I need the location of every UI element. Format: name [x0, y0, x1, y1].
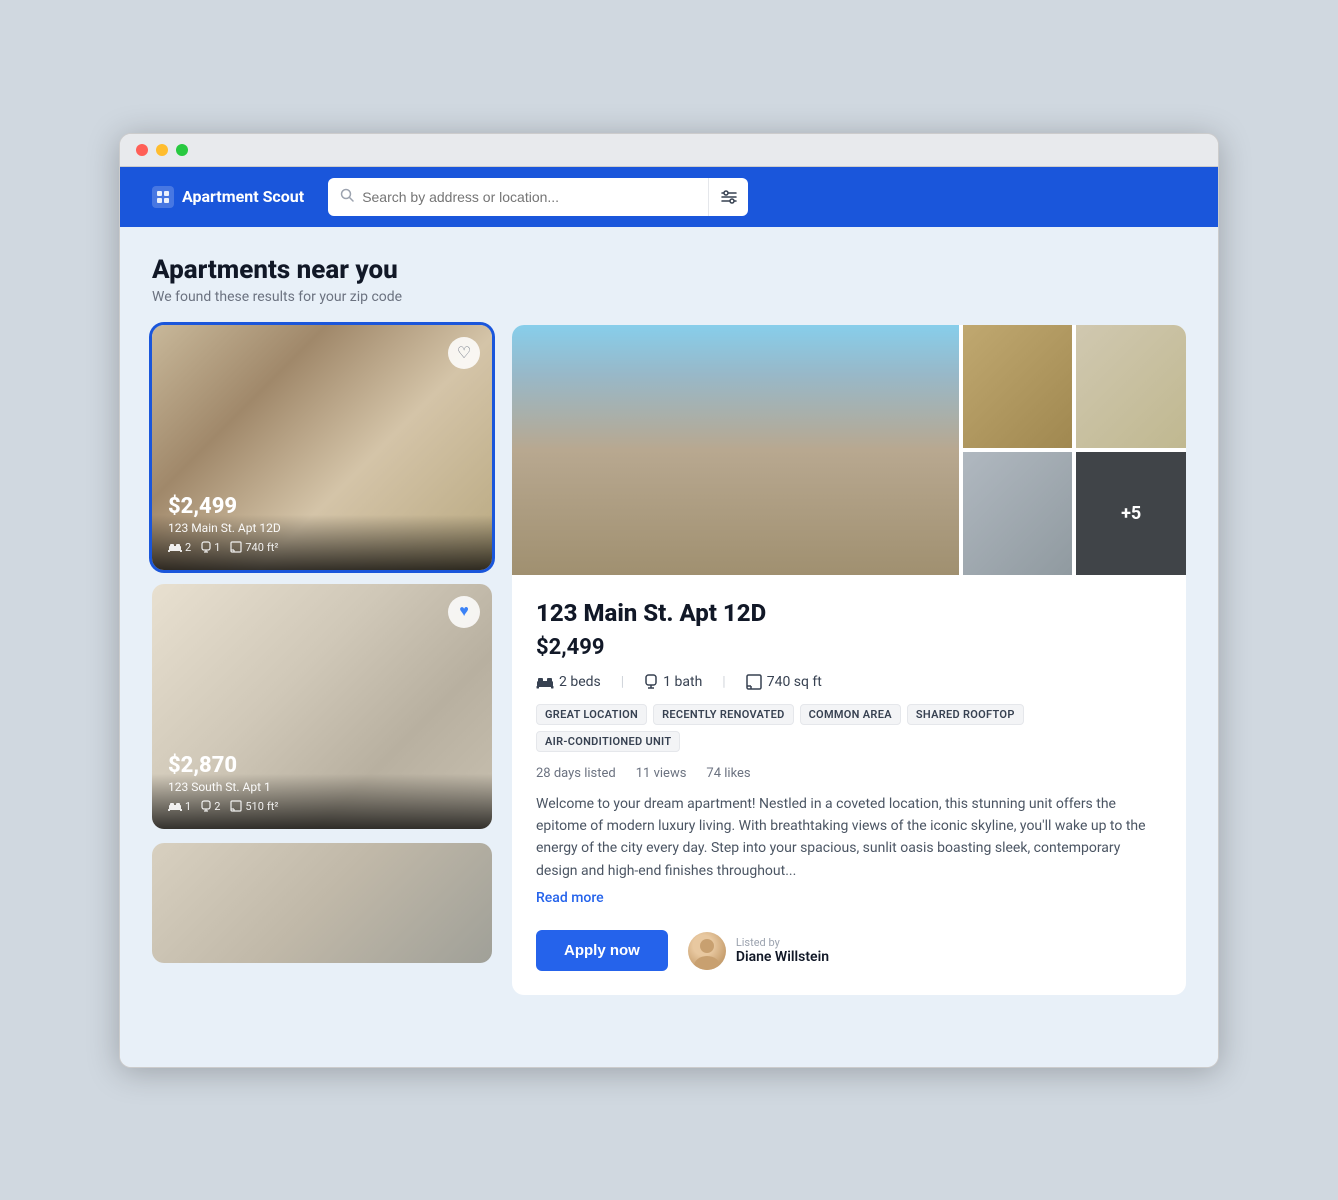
header: Apartment Scout [120, 167, 1218, 227]
tag-0: GREAT LOCATION [536, 704, 647, 725]
page-title: Apartments near you [152, 255, 1186, 285]
app-container: Apartment Scout [120, 167, 1218, 1067]
filter-button[interactable] [708, 178, 748, 216]
gallery-thumb-3[interactable] [963, 452, 1073, 575]
agent-name: Diane Willstein [736, 949, 829, 965]
card-beds-2: 1 [168, 800, 191, 813]
favorite-button-1[interactable]: ♡ [448, 337, 480, 369]
search-input-wrap[interactable] [328, 178, 708, 216]
card-baths-2: 2 [201, 800, 220, 813]
read-more-link[interactable]: Read more [536, 890, 1162, 906]
property-description: Welcome to your dream apartment! Nestled… [536, 793, 1162, 883]
logo-icon [152, 186, 174, 208]
detail-stats: 2 beds | 1 bath | 740 sq f [536, 674, 1162, 690]
detail-info: 123 Main St. Apt 12D $2,499 2 beds | [512, 575, 1186, 996]
action-row: Apply now Listed b [536, 926, 1162, 971]
detail-baths: 1 bath [644, 674, 702, 690]
detail-column: +5 123 Main St. Apt 12D $2,499 [512, 325, 1186, 996]
card-overlay-1: $2,499 123 Main St. Apt 12D 2 1 [152, 478, 492, 570]
detail-panel: +5 123 Main St. Apt 12D $2,499 [512, 325, 1186, 996]
listings-column: $2,499 123 Main St. Apt 12D 2 1 [152, 325, 492, 996]
search-input[interactable] [362, 189, 696, 205]
card-beds-1: 2 [168, 541, 191, 554]
tag-4: AIR-CONDITIONED UNIT [536, 731, 680, 752]
card-address-1: 123 Main St. Apt 12D [168, 521, 476, 535]
card-sqft-1: 740 ft² [230, 541, 278, 554]
gallery-thumbnails: +5 [963, 325, 1186, 575]
tag-3: SHARED ROOFTOP [907, 704, 1024, 725]
logo-text: Apartment Scout [182, 187, 304, 206]
more-photos-overlay[interactable]: +5 [1076, 452, 1186, 575]
gallery-main-photo[interactable] [512, 325, 959, 575]
content-layout: $2,499 123 Main St. Apt 12D 2 1 [152, 325, 1186, 996]
listing-meta: 28 days listed 11 views 74 likes [536, 766, 1162, 781]
detail-address: 123 Main St. Apt 12D [536, 599, 1162, 627]
tags-container: GREAT LOCATION RECENTLY RENOVATED COMMON… [536, 704, 1162, 752]
listing-card-2[interactable]: $2,870 123 South St. Apt 1 1 2 [152, 584, 492, 829]
card-address-2: 123 South St. Apt 1 [168, 780, 476, 794]
gallery-thumb-1[interactable] [963, 325, 1073, 448]
card-overlay-2: $2,870 123 South St. Apt 1 1 2 [152, 737, 492, 829]
logo: Apartment Scout [152, 186, 304, 208]
card-meta-1: 2 1 740 ft² [168, 541, 476, 554]
card-sqft-2: 510 ft² [230, 800, 278, 813]
card-baths-1: 1 [201, 541, 220, 554]
listing-card-3[interactable] [152, 843, 492, 963]
stats-divider-2: | [722, 674, 725, 690]
close-dot[interactable] [136, 144, 148, 156]
agent-info: Listed by Diane Willstein [688, 932, 829, 970]
search-bar [328, 178, 748, 216]
days-listed: 28 days listed [536, 766, 616, 781]
detail-sqft: 740 sq ft [746, 674, 822, 690]
maximize-dot[interactable] [176, 144, 188, 156]
card-meta-2: 1 2 510 ft² [168, 800, 476, 813]
card-price-2: $2,870 [168, 753, 476, 778]
page-subtitle: We found these results for your zip code [152, 289, 1186, 305]
minimize-dot[interactable] [156, 144, 168, 156]
gallery-thumb-2[interactable] [1076, 325, 1186, 448]
photo-gallery: +5 [512, 325, 1186, 575]
view-count: 11 views [636, 766, 687, 781]
browser-chrome [120, 134, 1218, 167]
gallery-thumb-more[interactable]: +5 [1076, 452, 1186, 575]
stats-divider-1: | [621, 674, 624, 690]
detail-beds: 2 beds [536, 674, 601, 690]
main-content: Apartments near you We found these resul… [120, 227, 1218, 1024]
like-count: 74 likes [706, 766, 750, 781]
agent-text: Listed by Diane Willstein [736, 936, 829, 965]
favorite-button-2[interactable]: ♥ [448, 596, 480, 628]
tag-1: RECENTLY RENOVATED [653, 704, 793, 725]
agent-avatar [688, 932, 726, 970]
apply-button[interactable]: Apply now [536, 930, 668, 971]
detail-price: $2,499 [536, 635, 1162, 660]
agent-label: Listed by [736, 936, 829, 949]
listing-card-1[interactable]: $2,499 123 Main St. Apt 12D 2 1 [152, 325, 492, 570]
tag-2: COMMON AREA [800, 704, 901, 725]
search-icon [340, 188, 354, 206]
card-price-1: $2,499 [168, 494, 476, 519]
